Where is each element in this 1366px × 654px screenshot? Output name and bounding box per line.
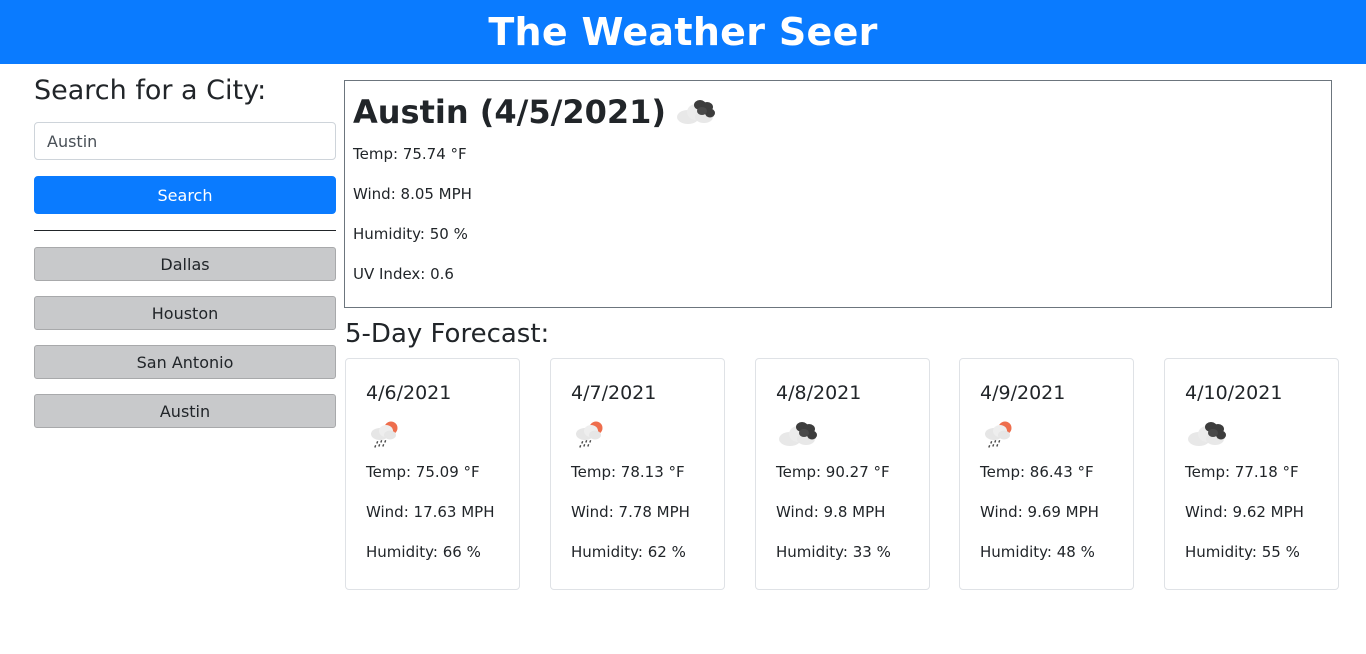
forecast-humidity: Humidity: 66 % (366, 543, 481, 561)
cloudy-icon (776, 417, 820, 454)
sidebar-divider (34, 230, 336, 231)
forecast-date: 4/6/2021 (366, 382, 452, 404)
search-sidebar: Search for a City: Search Dallas Houston… (34, 64, 336, 443)
forecast-temp: Temp: 75.09 °F (366, 463, 480, 481)
cloudy-icon (674, 95, 718, 132)
forecast-wind: Wind: 9.69 MPH (980, 503, 1099, 521)
current-weather-panel: Austin (4/5/2021) Temp: 75.74 °F Wind: 8… (344, 80, 1332, 308)
rain-sun-icon (366, 416, 402, 455)
current-city-title: Austin (4/5/2021) (353, 92, 666, 131)
search-button[interactable]: Search (34, 176, 336, 214)
forecast-card: 4/8/2021 Temp: 90.27 °F Wind: 9.8 MPH Hu… (755, 358, 930, 590)
forecast-card: 4/9/2021 Temp: 86.43 °F Wind: 9.69 MPH H… (959, 358, 1134, 590)
forecast-date: 4/9/2021 (980, 382, 1066, 404)
history-button-austin[interactable]: Austin (34, 394, 336, 428)
forecast-date: 4/8/2021 (776, 382, 862, 404)
current-humidity: Humidity: 50 % (353, 225, 468, 243)
forecast-date: 4/7/2021 (571, 382, 657, 404)
cloudy-icon (1185, 417, 1229, 454)
search-heading: Search for a City: (34, 75, 267, 106)
current-temp: Temp: 75.74 °F (353, 145, 467, 163)
current-wind: Wind: 8.05 MPH (353, 185, 472, 203)
history-button-houston[interactable]: Houston (34, 296, 336, 330)
app-header: The Weather Seer (0, 0, 1366, 64)
history-button-san-antonio[interactable]: San Antonio (34, 345, 336, 379)
forecast-temp: Temp: 90.27 °F (776, 463, 890, 481)
forecast-humidity: Humidity: 55 % (1185, 543, 1300, 561)
app-title: The Weather Seer (488, 10, 878, 54)
rain-sun-icon (571, 416, 607, 455)
forecast-humidity: Humidity: 48 % (980, 543, 1095, 561)
forecast-wind: Wind: 7.78 MPH (571, 503, 690, 521)
forecast-card: 4/10/2021 Temp: 77.18 °F Wind: 9.62 MPH … (1164, 358, 1339, 590)
forecast-temp: Temp: 86.43 °F (980, 463, 1094, 481)
current-uv-index: UV Index: 0.6 (353, 265, 454, 283)
forecast-temp: Temp: 77.18 °F (1185, 463, 1299, 481)
forecast-wind: Wind: 9.62 MPH (1185, 503, 1304, 521)
forecast-wind: Wind: 9.8 MPH (776, 503, 886, 521)
forecast-date: 4/10/2021 (1185, 382, 1283, 404)
forecast-wind: Wind: 17.63 MPH (366, 503, 495, 521)
city-search-input[interactable] (34, 122, 336, 160)
forecast-humidity: Humidity: 33 % (776, 543, 891, 561)
history-button-dallas[interactable]: Dallas (34, 247, 336, 281)
search-history-list: Dallas Houston San Antonio Austin (34, 247, 336, 428)
forecast-card: 4/7/2021 Temp: 78.13 °F Wind: 7.78 MPH H… (550, 358, 725, 590)
rain-sun-icon (980, 416, 1016, 455)
forecast-card: 4/6/2021 Temp: 75.09 °F Wind: 17.63 MPH … (345, 358, 520, 590)
forecast-humidity: Humidity: 62 % (571, 543, 686, 561)
forecast-heading: 5-Day Forecast: (345, 319, 550, 349)
forecast-temp: Temp: 78.13 °F (571, 463, 685, 481)
